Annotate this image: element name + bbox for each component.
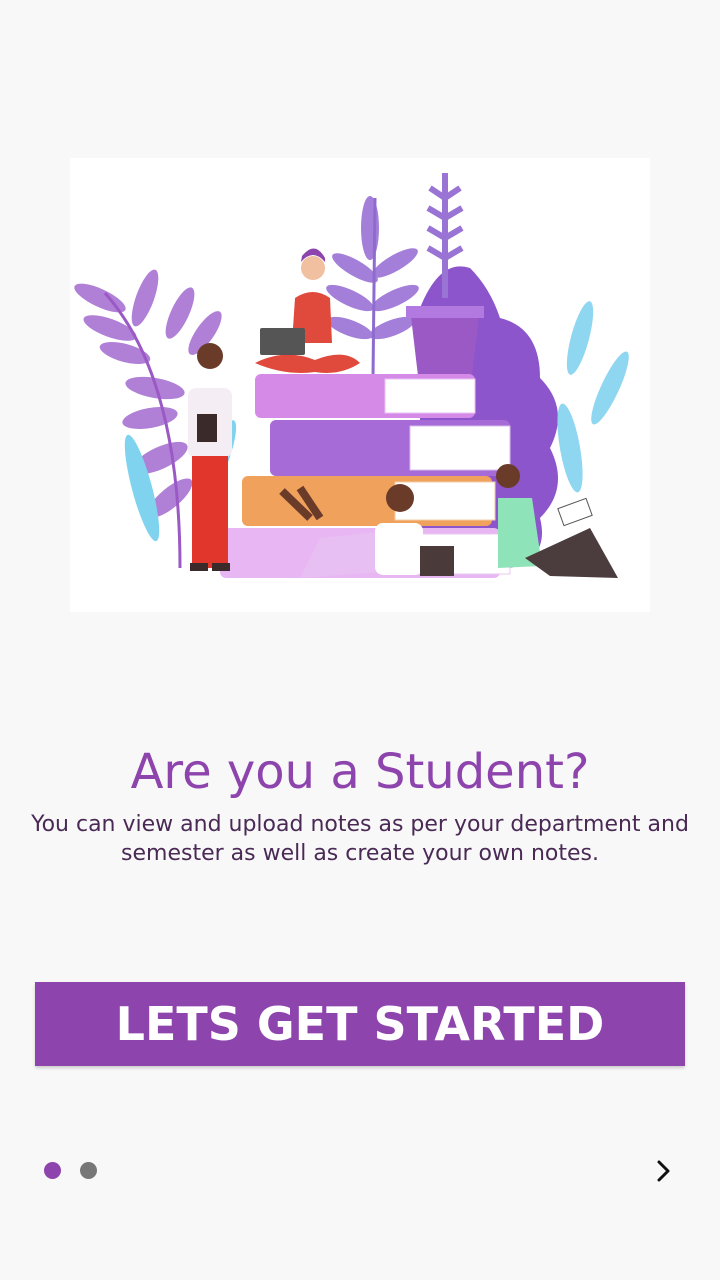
next-button[interactable]: [648, 1155, 680, 1187]
onboarding-description: You can view and upload notes as per you…: [31, 812, 689, 866]
page-indicator: [44, 1162, 97, 1180]
get-started-button[interactable]: LETS GET STARTED: [35, 982, 685, 1066]
students-illustration: [70, 158, 650, 612]
page-dot-inactive[interactable]: [80, 1162, 97, 1179]
students-with-books-illustration: [74, 173, 629, 578]
page-dot-active[interactable]: [44, 1162, 61, 1179]
chevron-right-icon: [657, 1160, 670, 1182]
onboarding-title: Are you a Student?: [130, 744, 590, 800]
